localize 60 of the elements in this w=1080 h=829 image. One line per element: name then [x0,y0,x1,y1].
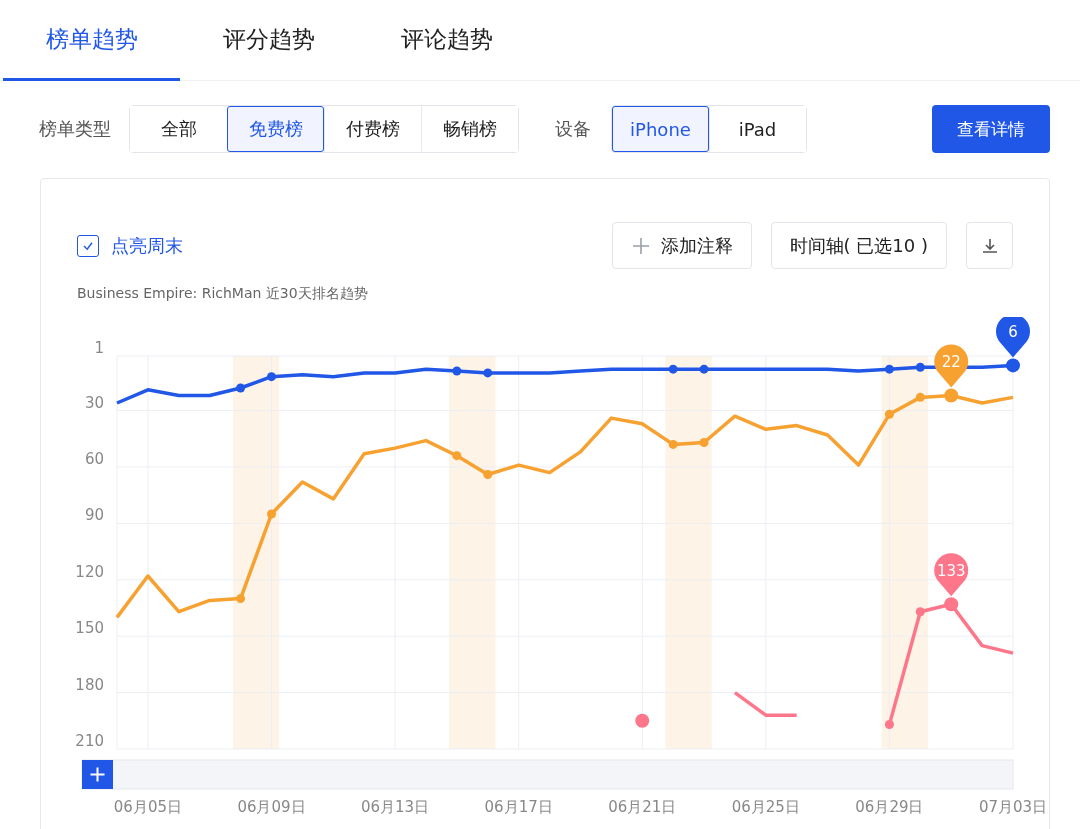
axis-label: 210 [75,732,104,750]
axis-label: 07月03日 [978,798,1048,816]
axis-label: 06月05日 [113,798,182,816]
axis-label: 1 [94,339,104,357]
data-point [915,362,925,372]
download-button[interactable] [966,222,1013,269]
axis-label: 06月13日 [361,798,430,816]
data-point [884,409,894,419]
pin-value: 22 [941,353,961,372]
details-button[interactable]: 查看详情 [932,105,1050,153]
checkbox[interactable] [77,234,99,257]
pin-value: 6 [1008,323,1018,342]
point [944,597,959,612]
data-point [699,364,709,374]
plus-icon[interactable] [82,760,113,789]
tab[interactable]: 评分趋势 [180,0,358,81]
range-scrollbar[interactable] [81,759,1014,790]
device-option[interactable]: iPhone [612,106,709,152]
axis-label: 06月29日 [855,798,924,816]
timeline-button[interactable]: 时间轴( 已选10 ) [770,222,947,269]
filter-label: 榜单类型 [39,117,111,141]
data-point [915,392,925,402]
data-point [884,720,894,730]
axis-label: 30 [84,393,104,412]
checkbox-label[interactable]: 点亮周末 [111,233,183,258]
device-option[interactable]: iPad [709,106,806,152]
data-point [483,469,493,479]
data-point [699,438,709,447]
data-point [236,594,246,604]
data-point [668,439,678,449]
chart-type-option[interactable]: 畅销榜 [421,106,518,152]
data-point [267,372,276,382]
value-pin [996,317,1030,373]
data-point [668,364,678,374]
axis-label: 06月21日 [608,798,677,816]
add-note-button[interactable]: 添加注释 [611,222,752,269]
filter-label: 设备 [555,117,591,141]
data-point [267,509,276,519]
axis-label: 60 [84,449,104,468]
data-point [483,368,493,378]
tab[interactable]: 评论趋势 [358,0,536,81]
data-point [452,366,462,376]
axis-label: 180 [75,675,104,694]
axis-label: 06月25日 [731,798,800,816]
data-point [915,607,925,617]
pin-value: 133 [936,562,966,581]
axis-label: 120 [75,562,104,581]
axis-label: 150 [75,619,104,638]
data-point [884,364,894,374]
data-point [236,383,246,393]
axis-label: 06月09日 [237,798,306,816]
tab[interactable]: 榜单趋势 [3,0,180,81]
data-point [452,451,462,461]
data-point [635,713,650,728]
point [944,388,959,403]
chart-type-option[interactable]: 免费榜 [227,106,324,152]
axis-label: 06月17日 [484,798,553,816]
chart-subtitle: Business Empire: RichMan 近30天排名趋势 [76,284,369,303]
axis-label: 90 [84,506,104,525]
plus-icon [630,235,651,256]
